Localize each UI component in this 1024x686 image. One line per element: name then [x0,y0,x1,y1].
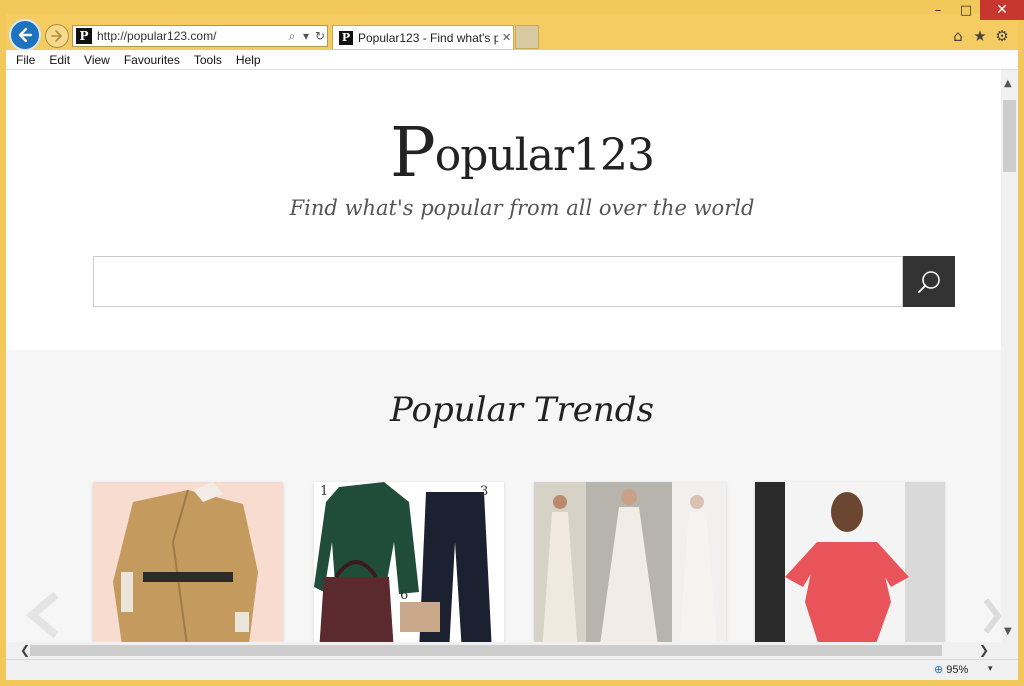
minimize-button[interactable]: – [924,0,952,20]
item-number: 6 [400,588,409,603]
item-number: 1 [320,484,329,499]
back-button[interactable] [9,19,41,51]
star-icon[interactable]: ★ [971,27,989,45]
zoom-control[interactable]: ⊕ 95% [934,663,969,677]
chevron-left-icon [25,591,59,639]
section-title: Popular Trends [390,390,654,430]
gear-icon[interactable]: ⚙ [993,27,1011,45]
zoom-level: 95% [946,663,969,676]
back-icon [18,27,33,43]
zoom-icon: ⊕ [934,664,944,676]
trend-card-trench-coat[interactable] [93,482,283,642]
chevron-down-icon[interactable]: ▾ [988,664,993,674]
carousel-prev-button[interactable] [24,590,64,640]
refresh-icon[interactable]: ↻ [313,29,327,43]
tagline: Find what's popular from all over the wo… [289,196,755,220]
maximize-button[interactable]: □ [952,0,980,20]
page-viewport: Popular123 Find what's popular from all … [6,70,1001,642]
horizontal-scrollbar[interactable]: ❮ ❯ [6,642,1001,659]
dropdown-icon[interactable]: ▾ [299,29,313,43]
status-bar: ⊕ 95% ▾ [6,659,1018,680]
home-icon[interactable]: ⌂ [949,27,967,45]
carousel-next-button[interactable] [982,596,1001,636]
scroll-down-icon[interactable]: ▼ [1004,626,1012,637]
menu-help[interactable]: Help [236,53,261,67]
menu-favourites[interactable]: Favourites [124,53,180,67]
new-tab-button[interactable] [515,25,539,49]
address-input[interactable]: http://popular123.com/ [97,29,285,43]
search-icon[interactable]: ⌕ [285,29,299,44]
close-window-button[interactable]: ✕ [980,0,1024,20]
horizontal-scroll-thumb[interactable] [30,645,942,656]
site-logo[interactable]: Popular123 [6,114,1001,193]
menu-file[interactable]: File [16,53,35,67]
trench-coat-image [93,482,283,642]
search-input[interactable] [93,256,903,307]
scroll-corner [1001,642,1018,659]
address-bar[interactable]: P http://popular123.com/ ⌕ ▾ ↻ [72,25,328,47]
scroll-right-icon[interactable]: ❯ [979,643,989,657]
wedding-dresses-image [534,482,726,642]
scroll-up-icon[interactable]: ▲ [1004,78,1012,89]
menu-edit[interactable]: Edit [49,53,70,67]
logo-initial: P [389,114,436,193]
item-number: 3 [480,484,489,499]
tab-title: Popular123 - Find what's p... [358,30,498,45]
chevron-right-icon [983,598,1001,634]
popular-trends-section: Popular Trends 1 3 6 [6,350,1001,642]
scroll-left-icon[interactable]: ❮ [20,643,30,657]
tab-popular123[interactable]: P Popular123 - Find what's p... ✕ [332,25,514,49]
site-favicon-icon: P [76,28,92,44]
tab-favicon-icon: P [339,30,353,45]
forward-button[interactable] [45,24,69,48]
search-button[interactable] [903,256,955,307]
menu-tools[interactable]: Tools [194,53,222,67]
trend-card-coral-dress[interactable] [755,482,945,642]
forward-icon [51,30,62,42]
vertical-scrollbar[interactable]: ▲ ▼ [1001,70,1018,642]
outfit-set-image [314,482,504,642]
browser-window: – □ ✕ P http://popular123.com/ ⌕ ▾ ↻ P P… [0,0,1024,686]
trend-card-wedding-dresses[interactable] [534,482,726,642]
coral-dress-image [755,482,945,642]
magnifier-icon [918,270,940,293]
logo-text: opular123 [434,130,655,181]
trend-card-outfit-set[interactable]: 1 3 6 [314,482,504,642]
menu-view[interactable]: View [84,53,110,67]
tab-close-icon[interactable]: ✕ [502,31,511,44]
menu-bar: File Edit View Favourites Tools Help [6,50,1018,70]
hero-section: Popular123 Find what's popular from all … [6,70,1001,350]
vertical-scroll-thumb[interactable] [1003,100,1016,172]
